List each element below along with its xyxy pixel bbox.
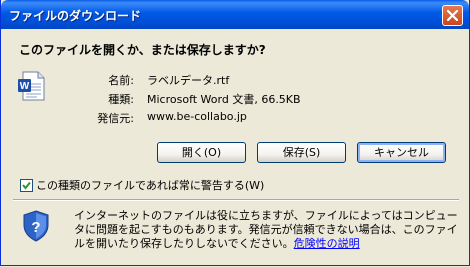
- svg-text:?: ?: [31, 219, 40, 236]
- file-type-label: 種類:: [108, 93, 134, 106]
- svg-text:W: W: [20, 81, 30, 92]
- prompt-question: このファイルを開くか、または保存しますか?: [19, 43, 266, 57]
- always-warn-checkbox[interactable]: [20, 179, 33, 192]
- file-type-value: Microsoft Word 文書, 66.5KB: [147, 93, 301, 106]
- title-bar[interactable]: ファイルのダウンロード: [1, 0, 469, 29]
- file-source-label: 発信元:: [97, 112, 134, 125]
- save-button[interactable]: 保存(S): [257, 142, 346, 163]
- warning-text: インターネットのファイルは役に立ちますが、ファイルによってはコンピュータに問題を…: [74, 209, 458, 250]
- window-title: ファイルのダウンロード: [9, 9, 142, 23]
- risk-explanation-link[interactable]: 危険性の説明: [294, 237, 360, 250]
- close-icon: [447, 10, 458, 21]
- divider-highlight: [13, 200, 459, 201]
- cancel-button[interactable]: キャンセル: [357, 142, 446, 163]
- file-name-value: ラベルデータ.rtf: [147, 74, 230, 87]
- word-document-icon: W: [18, 71, 45, 101]
- checkmark-icon: [22, 181, 31, 190]
- close-button[interactable]: [442, 5, 463, 26]
- download-dialog: ファイルのダウンロード このファイルを開くか、または保存しますか? W 名前: …: [0, 0, 470, 266]
- file-source-value: www.be-collabo.jp: [147, 110, 247, 123]
- security-warning: インターネットのファイルは役に立ちますが、ファイルによってはコンピュータに問題を…: [74, 209, 459, 251]
- security-shield-icon: ?: [23, 210, 49, 242]
- file-name-label: 名前:: [108, 74, 134, 87]
- open-button[interactable]: 開く(O): [157, 142, 246, 163]
- always-warn-label: この種類のファイルであれば常に警告する(W): [36, 179, 265, 192]
